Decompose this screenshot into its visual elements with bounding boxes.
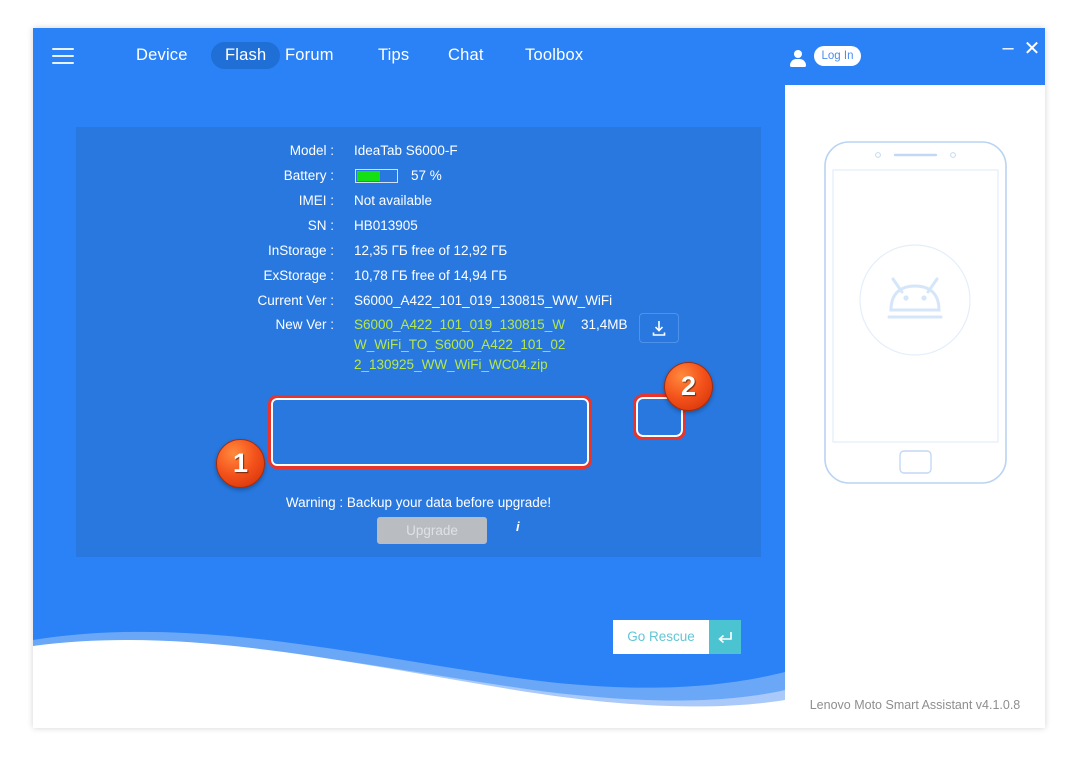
login-button[interactable]: Log In (814, 46, 861, 66)
value-model: IdeaTab S6000-F (354, 143, 458, 158)
app-version-label: Lenovo Moto Smart Assistant v4.1.0.8 (809, 698, 1021, 712)
value-instorage: 12,35 ГБ free of 12,92 ГБ (354, 243, 508, 258)
battery-indicator (355, 169, 398, 183)
value-imei: Not available (354, 193, 433, 208)
app-root: Device Flash Forum Tips Chat Toolbox Log… (0, 0, 1076, 763)
close-button[interactable]: ✕ (1022, 36, 1042, 61)
nav-item-chat[interactable]: Chat (448, 46, 484, 65)
go-rescue-arrow-button[interactable] (709, 620, 741, 654)
label-current-version: Current Ver : (257, 293, 334, 308)
device-info-panel: Model : IdeaTab S6000-F Battery : 57 % I… (76, 127, 761, 557)
info-row-sn: SN : HB013905 (76, 214, 761, 238)
user-icon-body (790, 59, 806, 67)
label-instorage: InStorage : (267, 243, 334, 258)
return-arrow-icon (718, 632, 732, 644)
info-row-battery: Battery : 57 % (76, 164, 761, 188)
main-content-area: Model : IdeaTab S6000-F Battery : 57 % I… (33, 85, 785, 728)
hamburger-line (52, 62, 74, 64)
top-navigation-bar: Device Flash Forum Tips Chat Toolbox Log… (33, 28, 1045, 85)
hamburger-menu-icon[interactable] (52, 48, 74, 65)
info-row-instorage: InStorage : 12,35 ГБ free of 12,92 ГБ (76, 239, 761, 263)
nav-item-forum[interactable]: Forum (285, 46, 334, 65)
annotation-badge-2: 2 (664, 362, 713, 411)
info-row-exstorage: ExStorage : 10,78 ГБ free of 14,94 ГБ (76, 264, 761, 288)
new-version-file-size: 31,4MB (581, 317, 628, 332)
nav-item-tips[interactable]: Tips (378, 46, 409, 65)
nav-item-flash[interactable]: Flash (211, 42, 281, 69)
go-rescue-button[interactable]: Go Rescue (613, 620, 709, 654)
battery-fill (357, 171, 381, 181)
label-imei: IMEI : (298, 193, 334, 208)
value-sn: HB013905 (354, 218, 418, 233)
nav-item-device[interactable]: Device (136, 46, 188, 65)
value-exstorage: 10,78 ГБ free of 14,94 ГБ (354, 268, 508, 283)
wave-decoration (33, 598, 785, 728)
go-rescue-control[interactable]: Go Rescue (613, 620, 741, 654)
application-window: Device Flash Forum Tips Chat Toolbox Log… (33, 28, 1045, 728)
phone-illustration (823, 140, 1008, 485)
hamburger-line (52, 48, 74, 50)
hamburger-line (52, 55, 74, 57)
download-button[interactable] (639, 313, 679, 343)
label-exstorage: ExStorage : (263, 268, 334, 283)
minimize-button[interactable]: – (998, 37, 1018, 60)
info-row-model: Model : IdeaTab S6000-F (76, 139, 761, 163)
backup-warning-text: Warning : Backup your data before upgrad… (285, 495, 552, 510)
user-icon-head (794, 50, 802, 58)
value-new-version: S6000_A422_101_019_130815_WW_WiFi_TO_S60… (354, 317, 566, 372)
device-preview-panel: Lenovo Moto Smart Assistant v4.1.0.8 (785, 85, 1045, 728)
upgrade-button[interactable]: Upgrade (377, 517, 487, 544)
annotation-highlight-new-version (268, 395, 592, 469)
info-icon[interactable]: i (516, 519, 520, 534)
battery-percent-label: 57 % (411, 168, 442, 183)
label-sn: SN : (307, 218, 334, 233)
download-icon (652, 321, 666, 336)
annotation-badge-1: 1 (216, 439, 265, 488)
value-current-version: S6000_A422_101_019_130815_WW_WiFi (354, 293, 613, 308)
label-new-version: New Ver : (275, 317, 334, 332)
nav-item-toolbox[interactable]: Toolbox (525, 46, 583, 65)
label-battery: Battery : (283, 168, 334, 183)
info-row-current-version: Current Ver : S6000_A422_101_019_130815_… (76, 289, 761, 313)
user-account-icon[interactable] (790, 50, 806, 67)
label-model: Model : (289, 143, 334, 158)
info-row-new-version: New Ver : S6000_A422_101_019_130815_WW_W… (76, 313, 761, 381)
info-row-imei: IMEI : Not available (76, 189, 761, 213)
